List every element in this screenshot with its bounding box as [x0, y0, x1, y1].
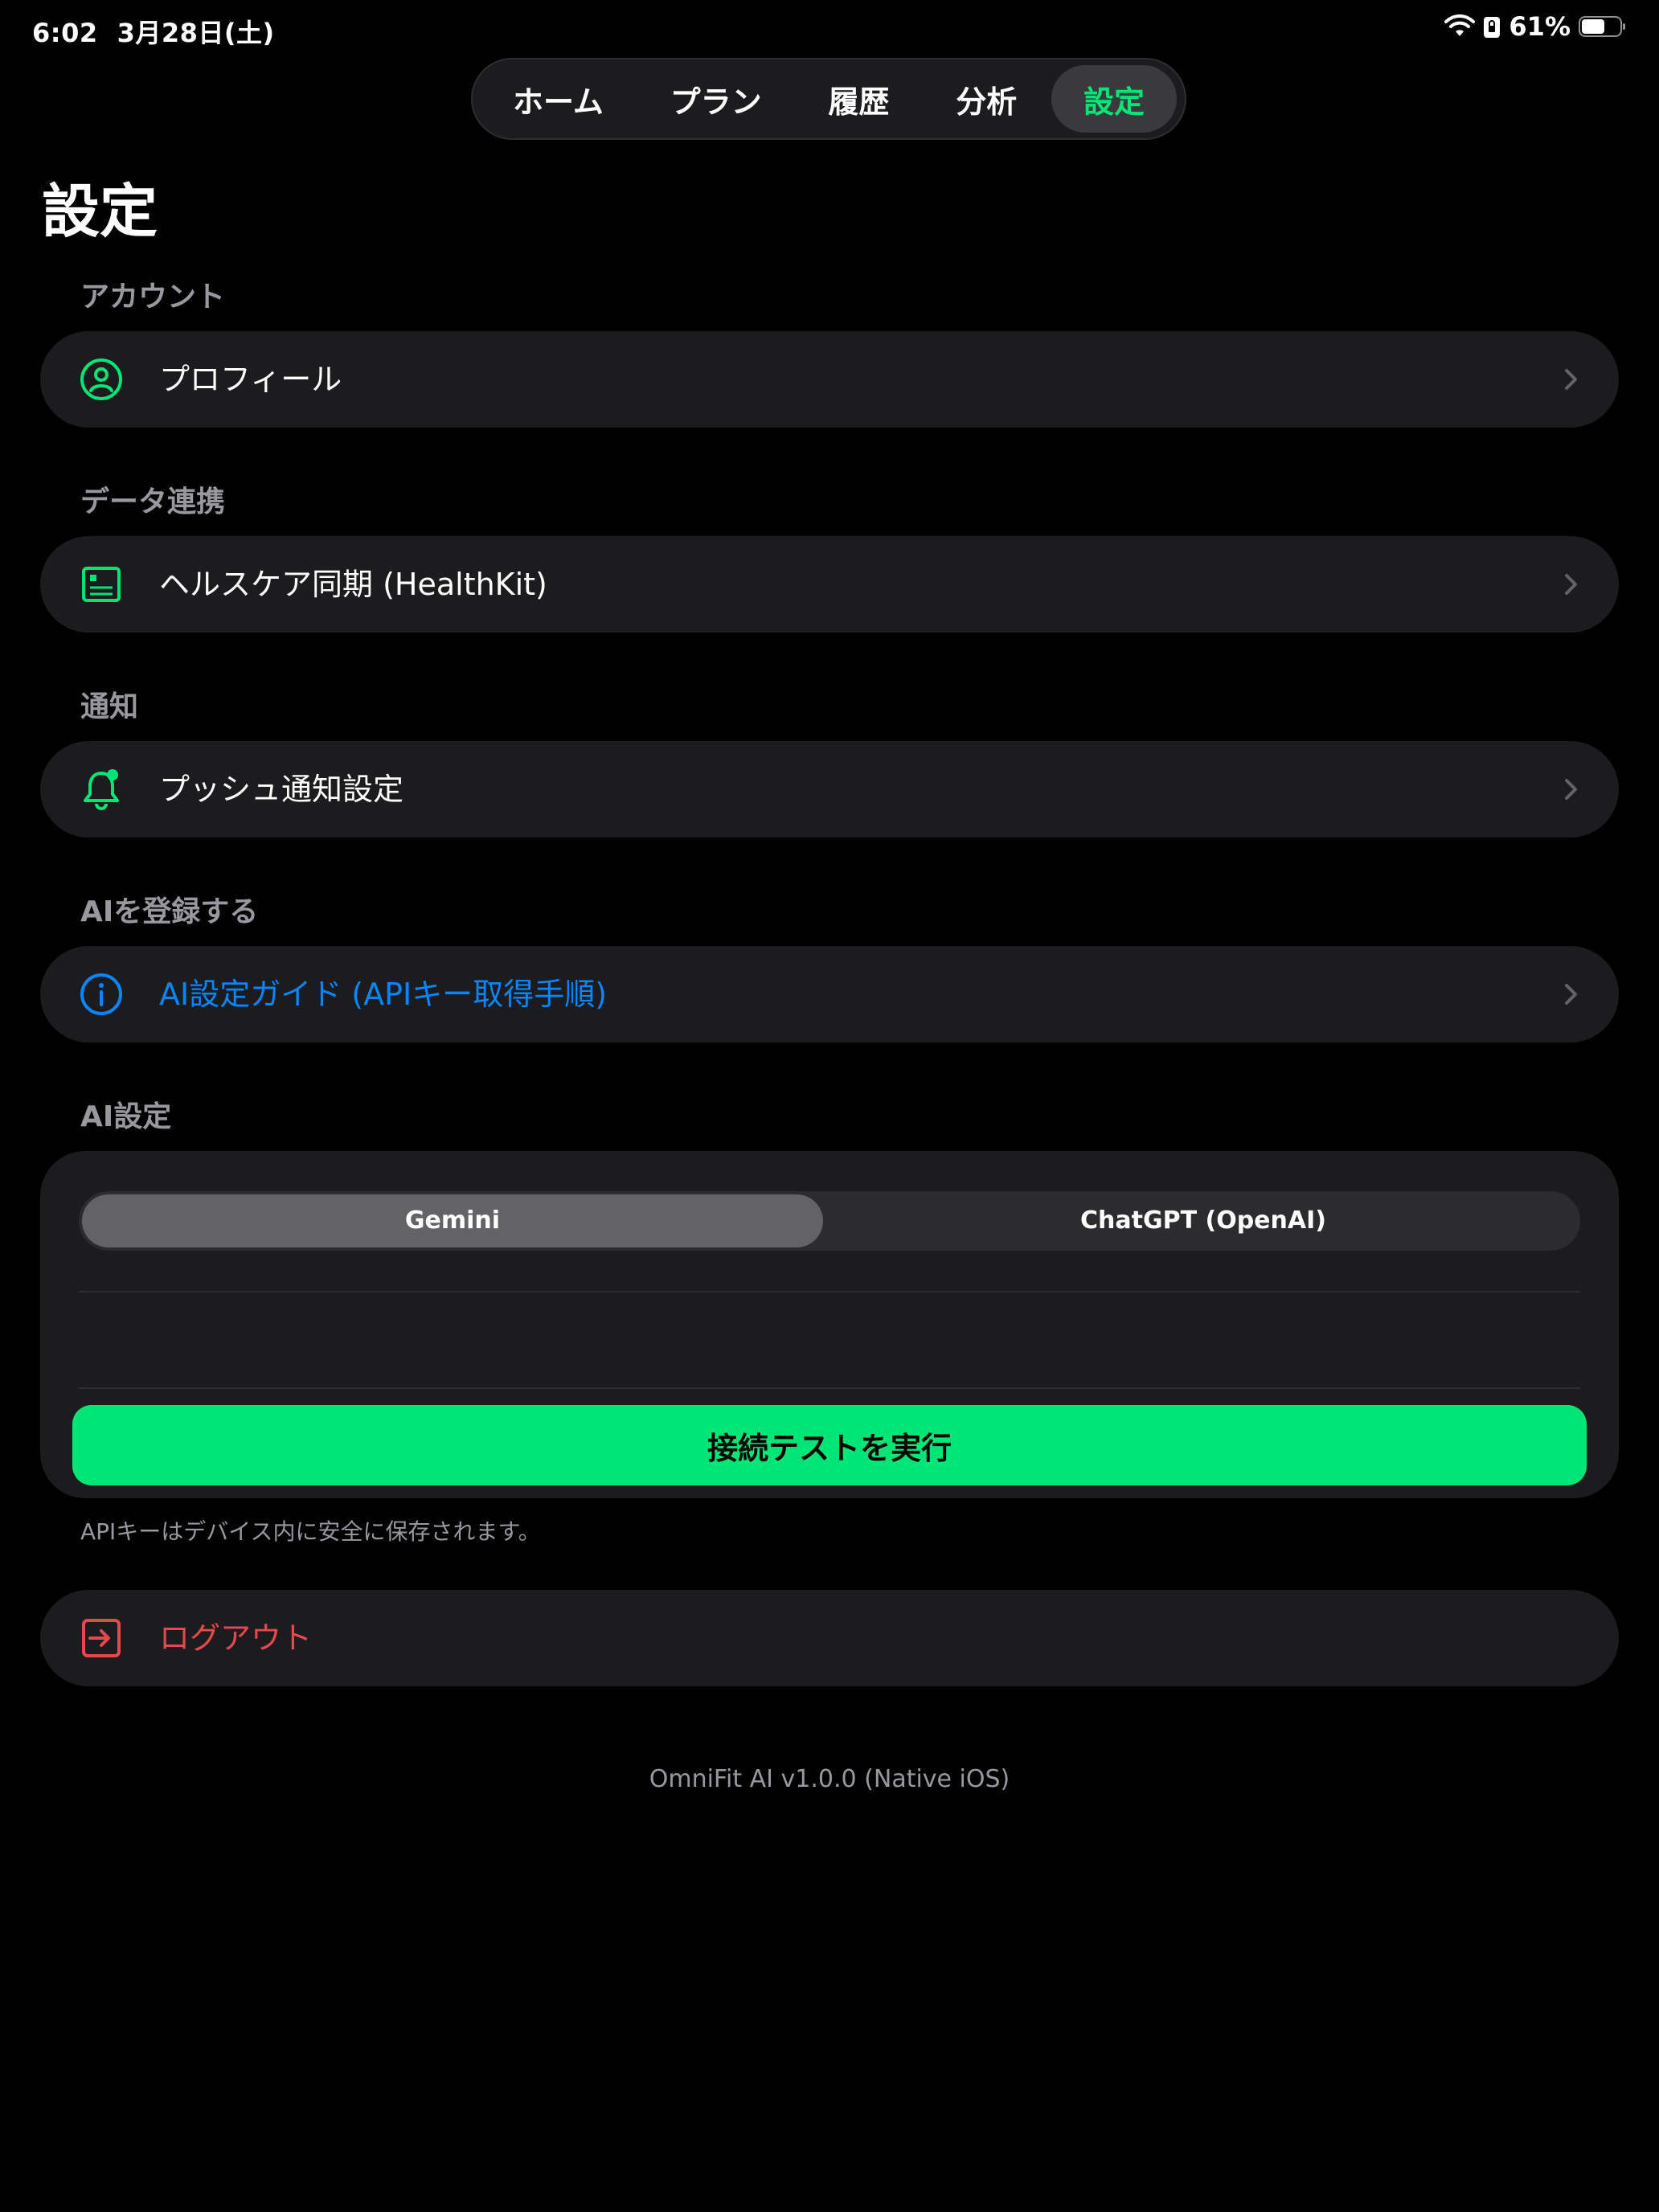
profile-row[interactable]: プロフィール	[40, 331, 1619, 428]
section-label-data-sync: データ連携	[80, 485, 226, 518]
api-key-footnote: APIキーはデバイス内に安全に保存されます。	[80, 1518, 541, 1545]
profile-label: プロフィール	[159, 362, 342, 397]
battery-icon	[1579, 16, 1625, 37]
push-notification-row[interactable]: プッシュ通知設定	[40, 741, 1619, 838]
ai-settings-card: Gemini ChatGPT (OpenAI) 接続テストを実行	[40, 1151, 1619, 1498]
section-label-account: アカウント	[80, 281, 226, 313]
status-indicators: 61%	[1444, 11, 1627, 42]
tab-settings[interactable]: 設定	[1051, 65, 1177, 133]
ai-guide-label: AI設定ガイド (APIキー取得手順)	[159, 977, 608, 1012]
chevron-right-icon	[1565, 779, 1577, 800]
healthkit-sync-row[interactable]: ヘルスケア同期 (HealthKit)	[40, 536, 1619, 633]
section-label-ai-settings: AI設定	[80, 1100, 172, 1133]
lock-rotation-icon	[1484, 17, 1501, 38]
top-tab-bar: ホーム プラン 履歴 分析 設定	[471, 58, 1186, 140]
app-version: OmniFit AI v1.0.0 (Native iOS)	[649, 1765, 1010, 1793]
info-circle-icon	[80, 973, 122, 1015]
provider-gemini-option[interactable]: Gemini	[82, 1194, 823, 1247]
connection-test-button[interactable]: 接続テストを実行	[72, 1405, 1587, 1485]
logout-label: ログアウト	[159, 1620, 313, 1656]
page-title: 設定	[42, 178, 158, 245]
tab-home[interactable]: ホーム	[481, 65, 636, 133]
push-notification-label: プッシュ通知設定	[159, 772, 404, 807]
ai-provider-segmented-control: Gemini ChatGPT (OpenAI)	[79, 1191, 1580, 1251]
status-time-date: 6:02 3月28日(土)	[32, 13, 275, 50]
section-label-ai-register: AIを登録する	[80, 895, 259, 928]
tab-plan[interactable]: プラン	[638, 65, 794, 133]
health-data-icon	[82, 567, 121, 602]
healthkit-sync-label: ヘルスケア同期 (HealthKit)	[159, 567, 547, 602]
divider	[79, 1291, 1580, 1292]
chevron-right-icon	[1565, 984, 1577, 1005]
provider-chatgpt-option[interactable]: ChatGPT (OpenAI)	[830, 1194, 1577, 1247]
battery-percent: 61%	[1509, 11, 1571, 42]
logout-row[interactable]: ログアウト	[40, 1590, 1619, 1686]
chevron-right-icon	[1565, 574, 1577, 595]
wifi-icon	[1444, 14, 1476, 36]
status-date: 3月28日(土)	[117, 18, 275, 48]
chevron-right-icon	[1565, 369, 1577, 390]
status-bar: 6:02 3月28日(土) 61%	[0, 0, 1659, 56]
section-label-notifications: 通知	[80, 690, 139, 723]
status-time: 6:02	[32, 18, 98, 48]
tab-analysis[interactable]: 分析	[924, 65, 1049, 133]
tab-history[interactable]: 履歴	[796, 65, 921, 133]
person-circle-icon	[80, 358, 122, 400]
bell-badge-icon	[84, 769, 119, 810]
api-key-input[interactable]	[79, 1294, 1583, 1376]
logout-icon	[82, 1619, 121, 1657]
divider	[79, 1387, 1580, 1389]
ai-guide-row[interactable]: AI設定ガイド (APIキー取得手順)	[40, 946, 1619, 1043]
